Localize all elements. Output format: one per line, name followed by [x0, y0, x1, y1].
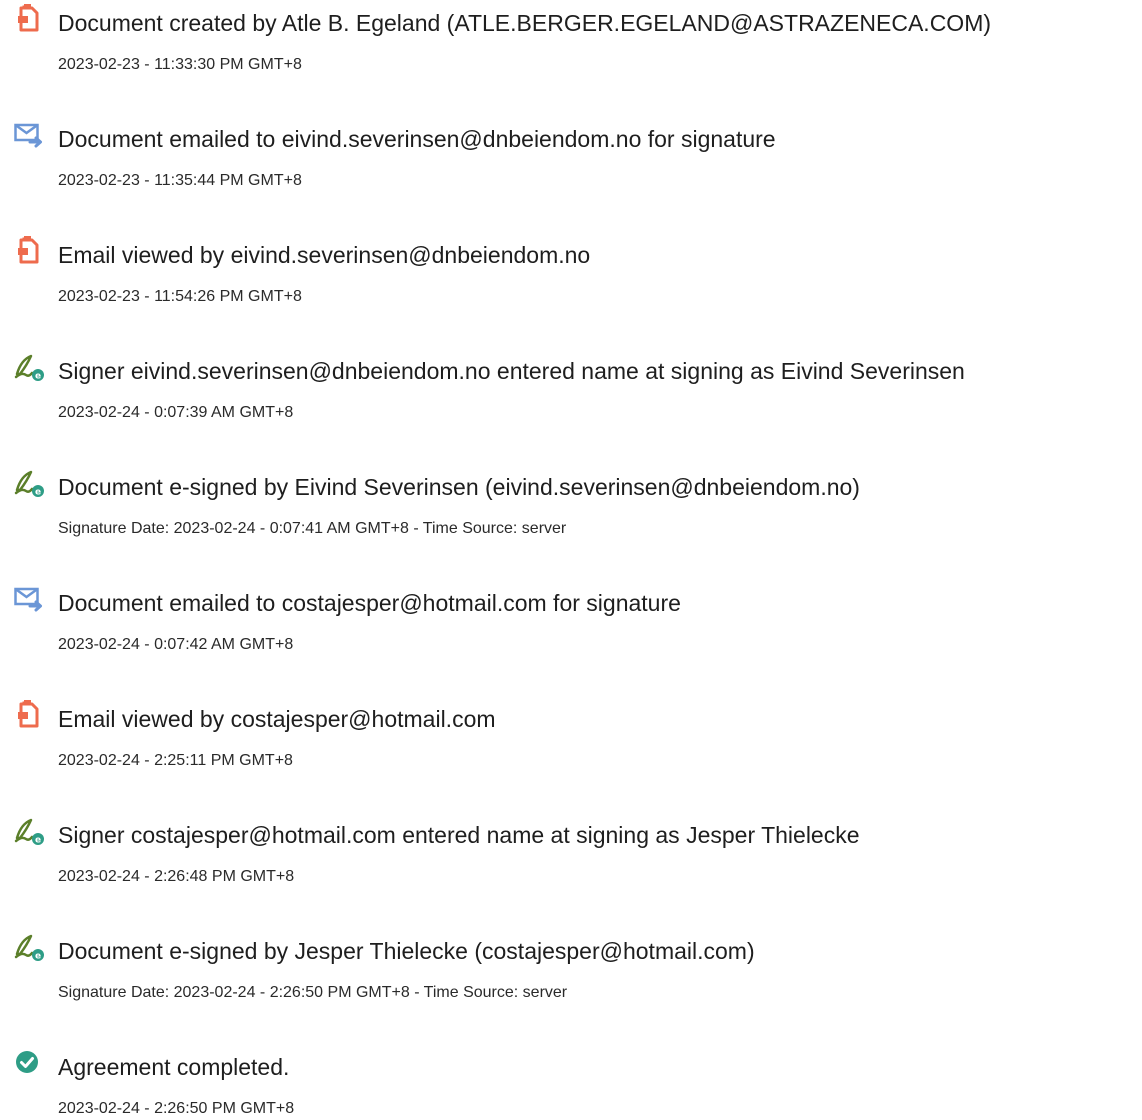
- history-entry: Document created by Atle B. Egeland (ATL…: [0, 0, 1142, 90]
- svg-text:e: e: [35, 488, 41, 498]
- email-sent-icon: [14, 584, 44, 614]
- document-icon: [14, 4, 44, 34]
- entry-timestamp: 2023-02-24 - 0:07:42 AM GMT+8: [58, 636, 294, 653]
- document-icon: [14, 236, 44, 266]
- entry-title: Document e-signed by Eivind Severinsen (…: [58, 474, 860, 500]
- entry-title: Document created by Atle B. Egeland (ATL…: [58, 10, 992, 36]
- document-icon: [14, 700, 44, 730]
- signature-pen-icon: e: [14, 932, 44, 962]
- history-entry: e Document e-signed by Jesper Thielecke …: [0, 928, 1142, 1018]
- signature-pen-icon: e: [14, 468, 44, 498]
- svg-text:e: e: [35, 952, 41, 962]
- history-entry: e Signer eivind.severinsen@dnbeiendom.no…: [0, 348, 1142, 438]
- signature-pen-icon: e: [14, 816, 44, 846]
- entry-title: Email viewed by eivind.severinsen@dnbeie…: [58, 242, 591, 268]
- svg-text:e: e: [35, 836, 41, 846]
- entry-timestamp: 2023-02-23 - 11:35:44 PM GMT+8: [58, 172, 302, 189]
- history-entry: e Signer costajesper@hotmail.com entered…: [0, 812, 1142, 902]
- entry-title: Signer eivind.severinsen@dnbeiendom.no e…: [58, 358, 965, 384]
- email-sent-icon: [14, 120, 44, 150]
- signature-pen-icon: e: [14, 352, 44, 382]
- entry-title: Document e-signed by Jesper Thielecke (c…: [58, 938, 755, 964]
- history-entry: Document emailed to costajesper@hotmail.…: [0, 580, 1142, 670]
- entry-title: Email viewed by costajesper@hotmail.com: [58, 706, 496, 732]
- history-entry: Agreement completed. 2023-02-24 - 2:26:5…: [0, 1044, 1142, 1117]
- entry-timestamp: 2023-02-23 - 11:54:26 PM GMT+8: [58, 288, 302, 305]
- history-entry: e Document e-signed by Eivind Severinsen…: [0, 464, 1142, 554]
- check-circle-icon: [14, 1049, 44, 1079]
- history-entry: Document emailed to eivind.severinsen@dn…: [0, 116, 1142, 206]
- history-entry: Email viewed by costajesper@hotmail.com …: [0, 696, 1142, 786]
- entry-timestamp: 2023-02-24 - 2:26:48 PM GMT+8: [58, 868, 295, 885]
- entry-title: Document emailed to eivind.severinsen@dn…: [58, 126, 776, 152]
- svg-text:e: e: [35, 372, 41, 382]
- entry-signature-date: Signature Date: 2023-02-24 - 0:07:41 AM …: [58, 520, 567, 537]
- entry-signature-date: Signature Date: 2023-02-24 - 2:26:50 PM …: [58, 984, 568, 1001]
- history-entry: Email viewed by eivind.severinsen@dnbeie…: [0, 232, 1142, 322]
- entry-title: Agreement completed.: [58, 1054, 290, 1080]
- entry-timestamp: 2023-02-23 - 11:33:30 PM GMT+8: [58, 56, 302, 73]
- entry-timestamp: 2023-02-24 - 2:26:50 PM GMT+8: [58, 1100, 295, 1117]
- entry-timestamp: 2023-02-24 - 0:07:39 AM GMT+8: [58, 404, 294, 421]
- entry-timestamp: 2023-02-24 - 2:25:11 PM GMT+8: [58, 752, 293, 769]
- entry-title: Document emailed to costajesper@hotmail.…: [58, 590, 681, 616]
- entry-title: Signer costajesper@hotmail.com entered n…: [58, 822, 860, 848]
